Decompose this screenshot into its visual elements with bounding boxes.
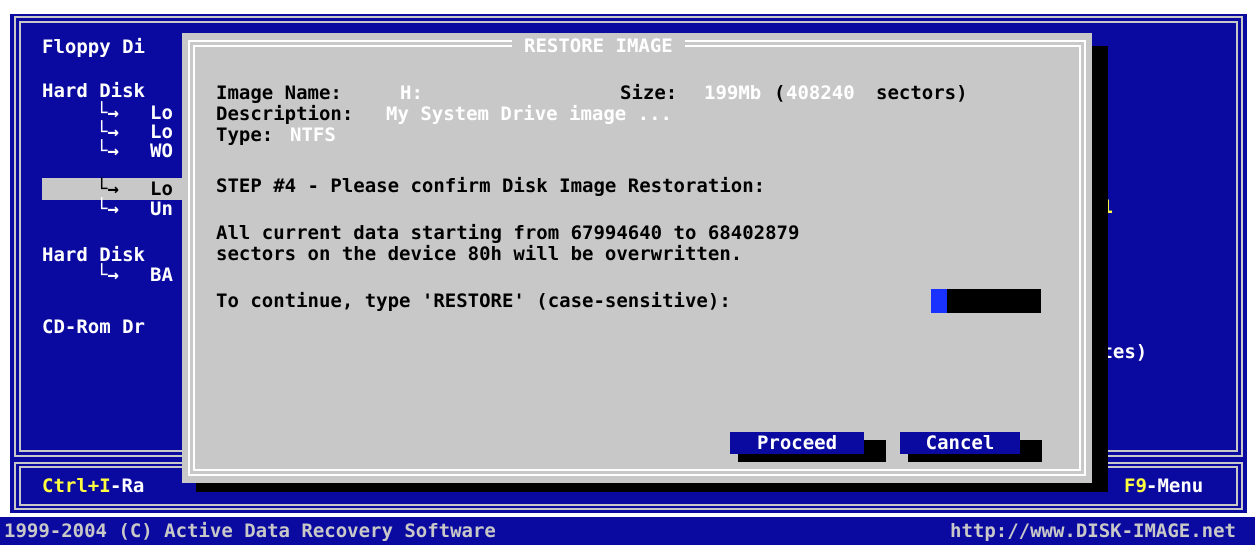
- image-name-label: Image Name:: [216, 82, 342, 104]
- f9-key[interactable]: F9: [1124, 475, 1147, 497]
- disk-image-screen: Floppy Di Hard Disk └→ Lo └→ Lo └→ WO └→…: [0, 0, 1255, 545]
- copyright-text: 1999-2004 (C) Active Data Recovery Softw…: [4, 520, 496, 542]
- tree-arrow-icon: └→: [96, 140, 119, 162]
- tree-arrow-icon: └→: [96, 178, 119, 200]
- type-value: NTFS: [290, 124, 336, 146]
- text-cursor: [931, 289, 947, 313]
- description-value: My System Drive image ...: [386, 103, 672, 125]
- dialog-title: RESTORE IMAGE: [512, 34, 685, 58]
- tree-arrow-icon: └→: [96, 264, 119, 286]
- type-label: Type:: [216, 124, 274, 146]
- website-url: http://www.DISK-IMAGE.net: [950, 520, 1236, 542]
- description-label: Description:: [216, 103, 354, 125]
- proceed-button[interactable]: Proceed: [730, 432, 864, 454]
- ctrl-i-key[interactable]: Ctrl+I: [42, 475, 111, 497]
- cancel-button[interactable]: Cancel: [900, 432, 1020, 454]
- tree-arrow-icon: └→: [96, 198, 119, 220]
- ctrl-i-action: -Ra: [110, 475, 145, 497]
- warning-line-2: sectors on the device 80h will be overwr…: [216, 243, 743, 265]
- size-value: 199Mb: [704, 82, 762, 104]
- size-label: Size:: [620, 82, 678, 104]
- tree-item-disk2-label[interactable]: BA: [150, 264, 173, 286]
- cdrom-drives-label[interactable]: CD-Rom Dr: [42, 316, 145, 338]
- confirm-prompt: To continue, type 'RESTORE' (case-sensit…: [216, 290, 731, 312]
- hard-disk-1-label[interactable]: Hard Disk: [42, 80, 145, 102]
- sectors-value: 408240: [786, 82, 855, 104]
- tree-item-unallocated[interactable]: Un: [150, 198, 173, 220]
- tree-item-partition-3[interactable]: WO: [150, 140, 173, 162]
- tree-item-partition-selected[interactable]: Lo: [150, 178, 173, 200]
- image-name-value: H:: [400, 82, 423, 104]
- floppy-drives-label[interactable]: Floppy Di: [42, 36, 145, 58]
- hard-disk-2-label[interactable]: Hard Disk: [42, 244, 145, 266]
- step-heading: STEP #4 - Please confirm Disk Image Rest…: [216, 175, 766, 197]
- restore-confirm-input[interactable]: [931, 289, 1041, 313]
- sectors-open-paren: (: [774, 82, 786, 104]
- sectors-label: sectors): [876, 82, 968, 104]
- warning-line-1: All current data starting from 67994640 …: [216, 222, 800, 244]
- f9-menu-action: -Menu: [1146, 475, 1204, 497]
